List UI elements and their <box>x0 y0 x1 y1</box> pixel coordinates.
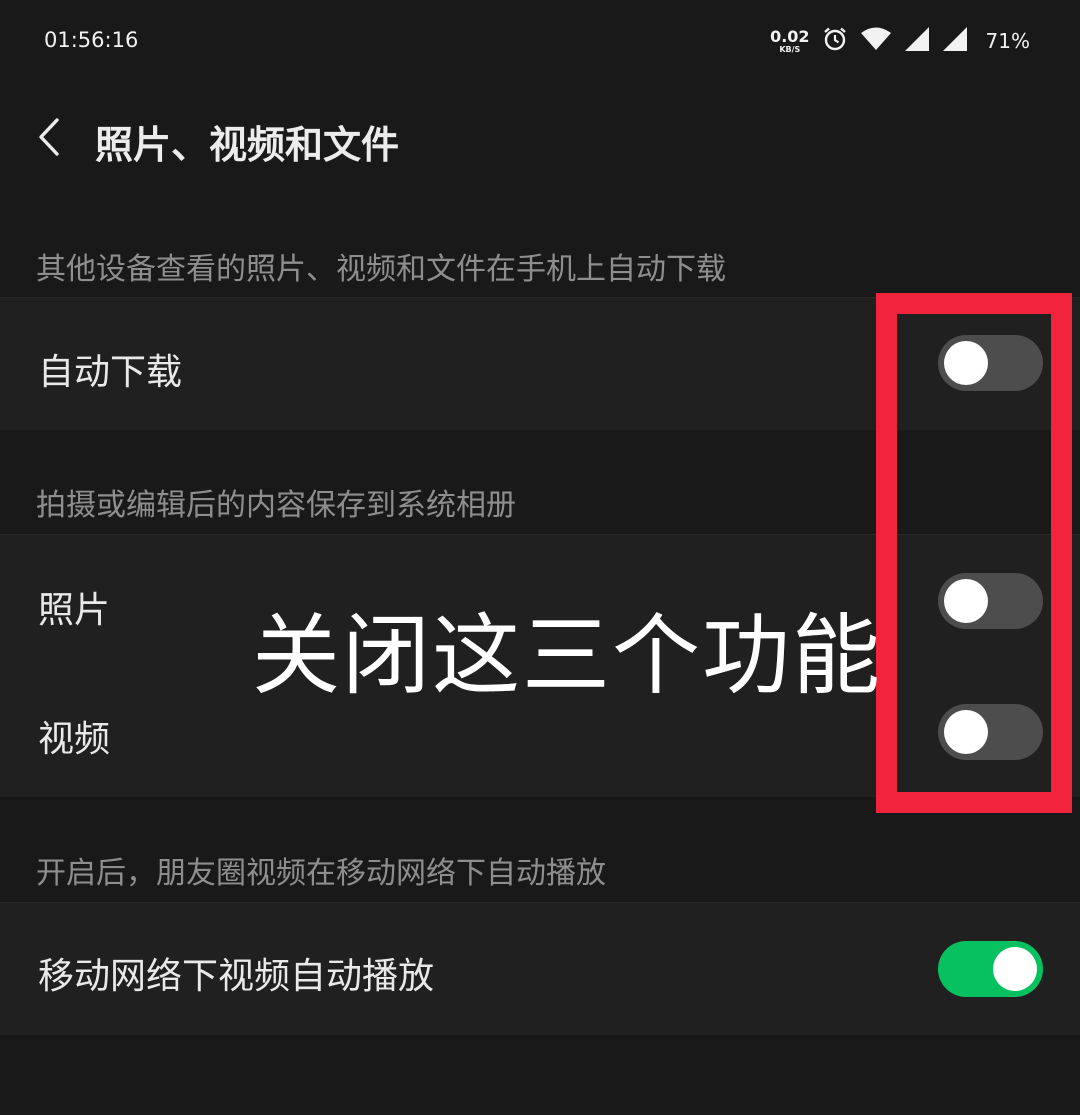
setting-label: 自动下载 <box>38 352 183 393</box>
annotation-highlight-box <box>876 293 1072 813</box>
network-speed-unit: KB/S <box>779 44 801 54</box>
status-bar: 01:56:16 0.02 KB/S 71% <box>0 0 1080 82</box>
setting-row-mobile-autoplay[interactable]: 移动网络下视频自动播放 <box>0 903 1080 1035</box>
settings-group-autoplay: 移动网络下视频自动播放 <box>0 902 1080 1035</box>
section-caption-autoplay: 开启后，朋友圈视频在移动网络下自动播放 <box>36 856 606 891</box>
signal-icon <box>904 26 930 56</box>
status-icons: 0.02 KB/S 71% <box>770 24 1030 58</box>
back-button[interactable] <box>24 108 74 166</box>
switch-knob <box>993 947 1037 991</box>
wifi-icon <box>860 27 892 55</box>
network-speed-value: 0.02 <box>770 26 810 46</box>
alarm-icon <box>822 26 848 56</box>
setting-label: 照片 <box>38 590 111 631</box>
chevron-left-icon <box>39 118 59 156</box>
title-bar: 照片、视频和文件 <box>0 82 1080 192</box>
status-time: 01:56:16 <box>44 28 139 52</box>
section-caption-save-to-album: 拍摄或编辑后的内容保存到系统相册 <box>36 488 516 523</box>
signal-icon <box>942 26 968 56</box>
network-speed: 0.02 KB/S <box>770 26 810 54</box>
page-title: 照片、视频和文件 <box>95 123 400 167</box>
setting-label: 移动网络下视频自动播放 <box>38 956 435 997</box>
battery-level: 71% <box>985 29 1030 53</box>
annotation-text: 关闭这三个功能 <box>252 604 883 707</box>
mobile-autoplay-switch[interactable] <box>938 941 1043 997</box>
section-caption-auto-download: 其他设备查看的照片、视频和文件在手机上自动下载 <box>36 252 726 287</box>
setting-label: 视频 <box>38 719 111 760</box>
